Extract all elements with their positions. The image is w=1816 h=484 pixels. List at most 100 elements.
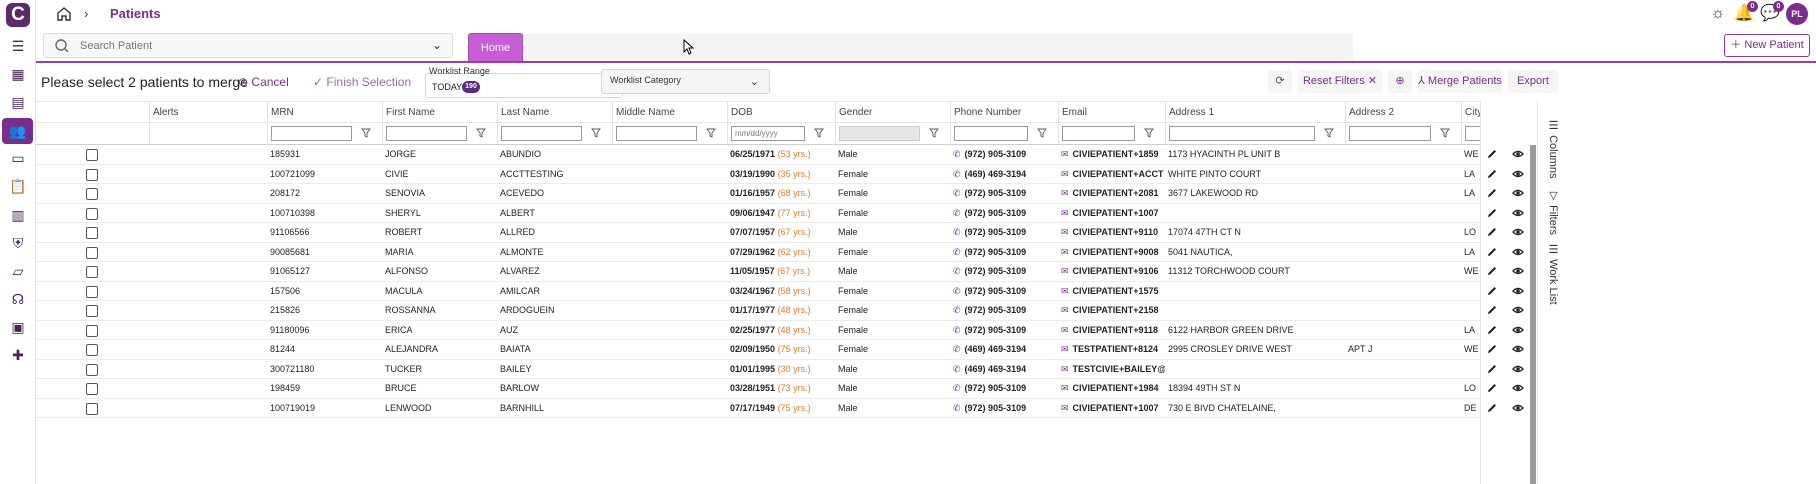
edit-pencil-icon[interactable] xyxy=(1486,265,1498,277)
row-select-checkbox[interactable] xyxy=(86,285,98,298)
table-row[interactable]: 100721099 CIVIE ACCTTESTING 03/19/1990 (35 … xyxy=(36,165,1530,184)
filter-icon[interactable] xyxy=(1144,128,1154,138)
filter-icon[interactable] xyxy=(361,128,371,138)
shield-icon[interactable]: ⛨ xyxy=(8,233,28,253)
reset-filters-button[interactable]: Reset Filters ✕ xyxy=(1298,70,1382,93)
user-avatar[interactable]: PL xyxy=(1786,3,1808,25)
edit-pencil-icon[interactable] xyxy=(1486,402,1498,414)
edit-pencil-icon[interactable] xyxy=(1486,207,1498,219)
patients-nav-icon[interactable]: 👥 xyxy=(2,118,33,144)
filter-icon[interactable] xyxy=(706,128,716,138)
view-eye-icon[interactable] xyxy=(1512,207,1524,219)
row-select-checkbox[interactable] xyxy=(86,168,98,181)
messages-icon[interactable]: 💬 0 xyxy=(1760,1,1784,24)
zoom-button[interactable]: ⊕ xyxy=(1388,70,1412,93)
row-select-checkbox[interactable] xyxy=(86,188,98,200)
table-row[interactable]: 100719019 LENWOOD BARNHILL 07/17/1949 (75 y… xyxy=(36,399,1530,418)
schedule-icon[interactable]: ▣ xyxy=(8,317,28,337)
row-select-checkbox[interactable] xyxy=(86,363,98,376)
document-icon[interactable]: ▤ xyxy=(8,92,28,112)
columns-panel-toggle[interactable]: ☰ Columns xyxy=(1547,119,1560,178)
filter-icon[interactable] xyxy=(929,128,939,138)
view-eye-icon[interactable] xyxy=(1512,382,1524,394)
edit-pencil-icon[interactable] xyxy=(1486,324,1498,336)
table-row[interactable]: 157506 MACULA AMILCAR 03/24/1967 (58 yrs.) F… xyxy=(36,282,1530,301)
table-row[interactable]: 198459 BRUCE BARLOW 03/28/1951 (73 yrs.) Mal… xyxy=(36,379,1530,399)
cancel-button[interactable]: ⊘ Cancel xyxy=(238,75,289,89)
filter-input-addr1[interactable] xyxy=(1169,126,1315,141)
worklist-category-select[interactable]: Worklist Category ⌄ xyxy=(601,69,770,94)
filter-input-dob[interactable] xyxy=(731,126,805,141)
column-header-addr2[interactable]: Address 2 xyxy=(1345,102,1461,122)
filter-input-phone[interactable] xyxy=(954,126,1028,141)
table-row[interactable]: 208172 SENOVIA ACEVEDO 01/16/1957 (68 yrs.)… xyxy=(36,184,1530,204)
edit-pencil-icon[interactable] xyxy=(1486,148,1498,160)
row-select-checkbox[interactable] xyxy=(86,266,98,278)
filter-icon[interactable] xyxy=(476,128,486,138)
worklist-range-box[interactable]: TODAY 190 ⌄ xyxy=(425,73,623,98)
column-header-email[interactable]: Email xyxy=(1058,102,1165,122)
column-header-middle[interactable]: Middle Name xyxy=(612,102,727,122)
filter-icon[interactable] xyxy=(1037,128,1047,138)
edit-pencil-icon[interactable] xyxy=(1486,343,1498,355)
table-row[interactable]: 81244 ALEJANDRA BAIATA 02/09/1950 (75 yrs.)… xyxy=(36,340,1530,360)
new-patient-button[interactable]: ＋ New Patient xyxy=(1724,34,1810,57)
view-eye-icon[interactable] xyxy=(1512,226,1524,238)
worklist-panel-toggle[interactable]: ☰ Work List xyxy=(1547,243,1560,305)
monitor-icon[interactable]: ▭ xyxy=(8,148,28,168)
worklist-range-select[interactable]: TODAY 190 ⌄ Worklist Range xyxy=(425,66,623,98)
row-select-checkbox[interactable] xyxy=(86,149,98,161)
filter-input-mrn[interactable] xyxy=(271,126,352,141)
column-header-last[interactable]: Last Name xyxy=(497,102,612,122)
chevron-down-icon[interactable]: ⌄ xyxy=(432,38,442,52)
row-select-checkbox[interactable] xyxy=(86,305,98,317)
row-select-checkbox[interactable] xyxy=(86,383,98,395)
view-eye-icon[interactable] xyxy=(1512,148,1524,160)
edit-pencil-icon[interactable] xyxy=(1486,285,1498,297)
report-icon[interactable]: ▥ xyxy=(8,205,28,225)
column-header-first[interactable]: First Name xyxy=(382,102,497,122)
tab-home[interactable]: Home xyxy=(468,33,523,62)
view-eye-icon[interactable] xyxy=(1512,304,1524,316)
table-row[interactable]: 91180096 ERICA AUZ 02/25/1977 (48 yrs.) Fema… xyxy=(36,321,1530,340)
notifications-bell-icon[interactable]: 🔔 0 xyxy=(1734,1,1758,24)
row-select-checkbox[interactable] xyxy=(86,402,98,415)
folder-icon[interactable]: ▱ xyxy=(8,261,28,281)
row-select-checkbox[interactable] xyxy=(86,207,98,220)
vertical-scrollbar[interactable] xyxy=(1530,145,1536,484)
filter-icon[interactable] xyxy=(591,128,601,138)
filter-icon[interactable] xyxy=(814,128,824,138)
view-eye-icon[interactable] xyxy=(1512,187,1524,199)
row-select-checkbox[interactable] xyxy=(86,246,98,259)
filters-panel-toggle[interactable]: ▽ Filters xyxy=(1547,189,1560,235)
edit-pencil-icon[interactable] xyxy=(1486,187,1498,199)
medical-kit-icon[interactable]: ✚ xyxy=(8,345,28,365)
table-row[interactable]: 91106566 ROBERT ALLRED 07/07/1957 (67 yrs.)… xyxy=(36,223,1530,243)
edit-pencil-icon[interactable] xyxy=(1486,226,1498,238)
finish-selection-button[interactable]: ✓ Finish Selection xyxy=(313,75,411,89)
table-row[interactable]: 185931 JORGE ABUNDIO 06/25/1971 (53 yrs.) Ma… xyxy=(36,145,1530,165)
column-header-addr1[interactable]: Address 1 xyxy=(1165,102,1345,122)
filter-input-addr2[interactable] xyxy=(1349,126,1431,141)
filter-icon[interactable] xyxy=(1440,128,1450,138)
calendar-icon[interactable]: ▦ xyxy=(8,64,28,84)
row-select-checkbox[interactable] xyxy=(86,344,98,356)
view-eye-icon[interactable] xyxy=(1512,246,1524,258)
app-logo[interactable]: C xyxy=(6,3,30,27)
export-button[interactable]: Export xyxy=(1508,70,1558,93)
filter-icon[interactable] xyxy=(1324,128,1334,138)
view-eye-icon[interactable] xyxy=(1512,324,1524,336)
column-header-dob[interactable]: DOB xyxy=(727,102,835,122)
column-header-mrn[interactable]: MRN xyxy=(267,102,382,122)
column-header-phone[interactable]: Phone Number xyxy=(950,102,1058,122)
view-eye-icon[interactable] xyxy=(1512,363,1524,375)
view-eye-icon[interactable] xyxy=(1512,343,1524,355)
edit-pencil-icon[interactable] xyxy=(1486,246,1498,258)
view-eye-icon[interactable] xyxy=(1512,402,1524,414)
patient-search[interactable]: ⌄ xyxy=(43,33,453,58)
merge-patients-button[interactable]: ⅄ Merge Patients xyxy=(1418,70,1502,93)
search-input[interactable] xyxy=(80,37,400,55)
edit-pencil-icon[interactable] xyxy=(1486,168,1498,180)
headset-icon[interactable]: ☊ xyxy=(8,289,28,309)
filter-input-middle[interactable] xyxy=(616,126,697,141)
